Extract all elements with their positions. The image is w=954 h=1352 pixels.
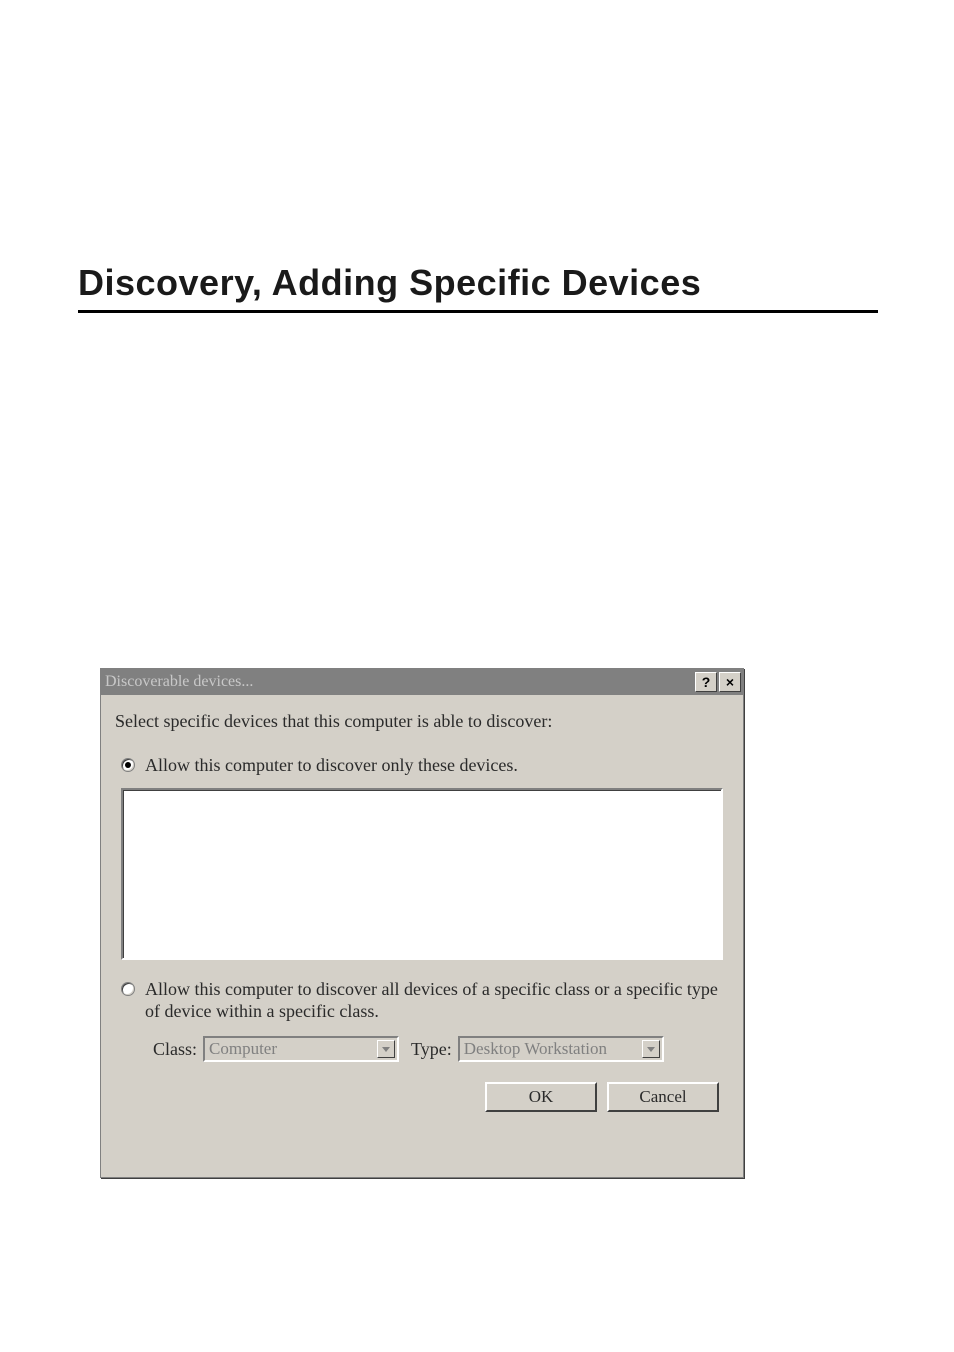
devices-listbox[interactable] xyxy=(121,788,723,960)
help-icon: ? xyxy=(702,674,711,690)
radio-option-only-these[interactable]: Allow this computer to discover only the… xyxy=(121,754,729,776)
close-button[interactable]: × xyxy=(719,672,741,692)
page-heading: Discovery, Adding Specific Devices xyxy=(78,262,701,304)
dialog-instruction: Select specific devices that this comput… xyxy=(115,711,729,732)
type-dropdown[interactable]: Desktop Workstation xyxy=(458,1036,664,1062)
chevron-down-icon xyxy=(647,1047,655,1052)
close-icon: × xyxy=(726,674,734,690)
type-value: Desktop Workstation xyxy=(464,1039,607,1059)
type-dropdown-arrow[interactable] xyxy=(642,1040,660,1058)
class-dropdown[interactable]: Computer xyxy=(203,1036,399,1062)
heading-rule xyxy=(78,310,878,313)
discoverable-devices-dialog: Discoverable devices... ? × Select speci… xyxy=(100,668,744,1178)
class-label: Class: xyxy=(153,1039,197,1060)
ok-button[interactable]: OK xyxy=(485,1082,597,1112)
radio-button-selected[interactable] xyxy=(121,758,135,772)
cancel-label: Cancel xyxy=(639,1087,686,1107)
ok-label: OK xyxy=(529,1087,554,1107)
radio-dot-icon xyxy=(125,762,131,768)
dialog-title: Discoverable devices... xyxy=(105,673,693,691)
help-button[interactable]: ? xyxy=(695,672,717,692)
radio-option-specific-class[interactable]: Allow this computer to discover all devi… xyxy=(121,978,729,1022)
chevron-down-icon xyxy=(382,1047,390,1052)
cancel-button[interactable]: Cancel xyxy=(607,1082,719,1112)
class-dropdown-arrow[interactable] xyxy=(377,1040,395,1058)
class-value: Computer xyxy=(209,1039,277,1059)
radio-button-unselected[interactable] xyxy=(121,982,135,996)
type-label: Type: xyxy=(411,1039,452,1060)
radio-label-specific-class: Allow this computer to discover all devi… xyxy=(145,978,729,1022)
radio-label-only-these: Allow this computer to discover only the… xyxy=(145,754,518,776)
dialog-titlebar: Discoverable devices... ? × xyxy=(101,669,743,695)
